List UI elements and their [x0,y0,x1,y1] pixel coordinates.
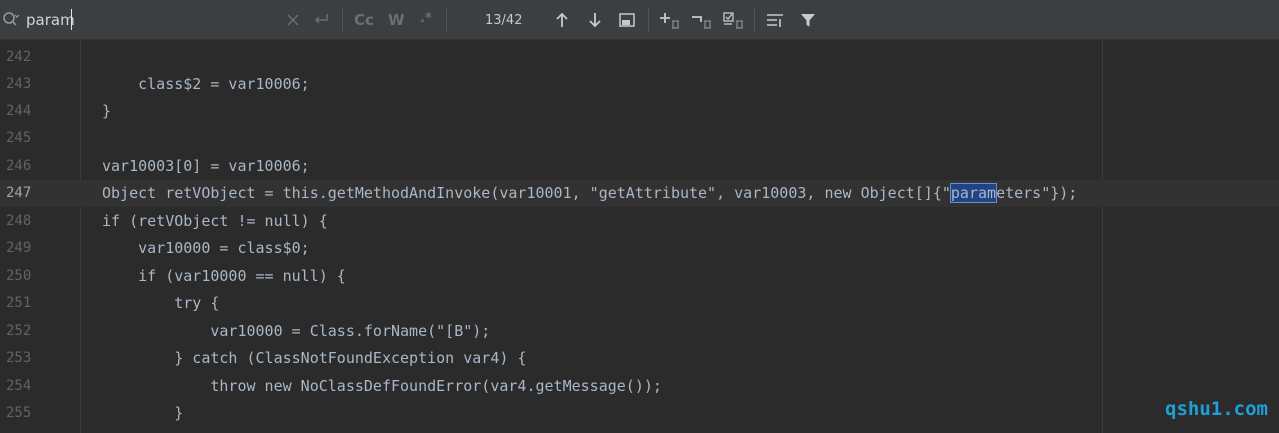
code-line[interactable]: 244 } [0,98,1279,125]
code-line[interactable]: 250 if (var10000 == null) { [0,263,1279,290]
code-line[interactable]: 245 [0,125,1279,152]
toolbar-separator [754,8,755,32]
line-number: 249 [6,240,32,256]
code-text: } catch (ClassNotFoundException var4) { [102,349,527,367]
regex-toggle[interactable]: .* [420,11,432,26]
code-text: throw new NoClassDefFoundError(var4.getM… [102,377,662,395]
code-text: var10003[0] = var10006; [102,157,310,175]
text-caret [71,9,72,30]
watermark: qshu1.com [1165,398,1268,420]
line-number: 251 [6,295,32,311]
line-number: 254 [6,378,32,394]
remove-occurrence-icon[interactable] [690,10,714,30]
toolbar-separator [446,8,447,32]
code-text: if (retVObject != null) { [102,212,328,230]
line-number: 253 [6,350,32,366]
code-line[interactable]: 253 } catch (ClassNotFoundException var4… [0,345,1279,372]
code-editor[interactable]: 242 243 class$2 = var10006; 244 } 245 24… [0,40,1279,433]
filter-icon[interactable] [798,10,818,30]
toolbar-separator [342,8,343,32]
current-code-line[interactable]: 247 Object retVObject = this.getMethodAn… [0,180,1279,207]
words-toggle[interactable]: W [388,11,405,29]
arrow-down-icon[interactable] [585,10,605,30]
code-text: } [102,102,112,120]
code-line[interactable]: 254 throw new NoClassDefFoundError(var4.… [0,373,1279,400]
search-match-highlight: param [949,183,998,203]
line-number: 247 [6,185,32,201]
code-line[interactable]: 246 var10003[0] = var10006; [0,153,1279,180]
search-field[interactable] [0,0,338,40]
code-text: if (var10000 == null) { [102,267,346,285]
search-history-icon[interactable] [2,11,20,29]
code-text: class$2 = var10006; [102,75,310,93]
select-all-matches-icon[interactable] [722,10,746,30]
line-number: 255 [6,405,32,421]
code-before-match: Object retVObject = this.getMethodAndInv… [102,184,951,202]
line-number: 252 [6,323,32,339]
code-line[interactable]: 251 try { [0,290,1279,317]
code-text: Object retVObject = this.getMethodAndInv… [102,183,1078,203]
context-icon[interactable] [765,10,785,30]
match-case-toggle[interactable]: Cc [354,11,374,29]
line-number: 243 [6,76,32,92]
newline-icon[interactable] [311,10,331,30]
code-text: } [102,404,184,422]
code-text: var10000 = class$0; [102,239,310,257]
find-toolbar: Cc W .* 13/42 [0,0,1279,40]
match-count: 13/42 [485,13,523,28]
code-text: try { [102,294,220,312]
search-input[interactable] [26,10,266,30]
line-number: 250 [6,268,32,284]
line-number: 242 [6,49,32,65]
code-after-match: eters"}); [996,184,1078,202]
code-line[interactable]: 252 var10000 = Class.forName("[B"); [0,318,1279,345]
toolbar-separator [648,8,649,32]
line-number: 248 [6,213,32,229]
clear-icon[interactable] [283,10,303,30]
code-text: var10000 = Class.forName("[B"); [102,322,491,340]
code-line[interactable]: 249 var10000 = class$0; [0,235,1279,262]
code-line[interactable]: 242 [0,44,1279,71]
line-number: 244 [6,103,32,119]
code-line[interactable]: 243 class$2 = var10006; [0,71,1279,98]
arrow-up-icon[interactable] [552,10,572,30]
line-number: 246 [6,158,32,174]
select-all-occurrences-icon[interactable] [617,10,637,30]
add-occurrence-icon[interactable] [658,10,682,30]
code-line[interactable]: 248 if (retVObject != null) { [0,208,1279,235]
code-line[interactable]: 255 } [0,400,1279,427]
line-number: 245 [6,130,32,146]
